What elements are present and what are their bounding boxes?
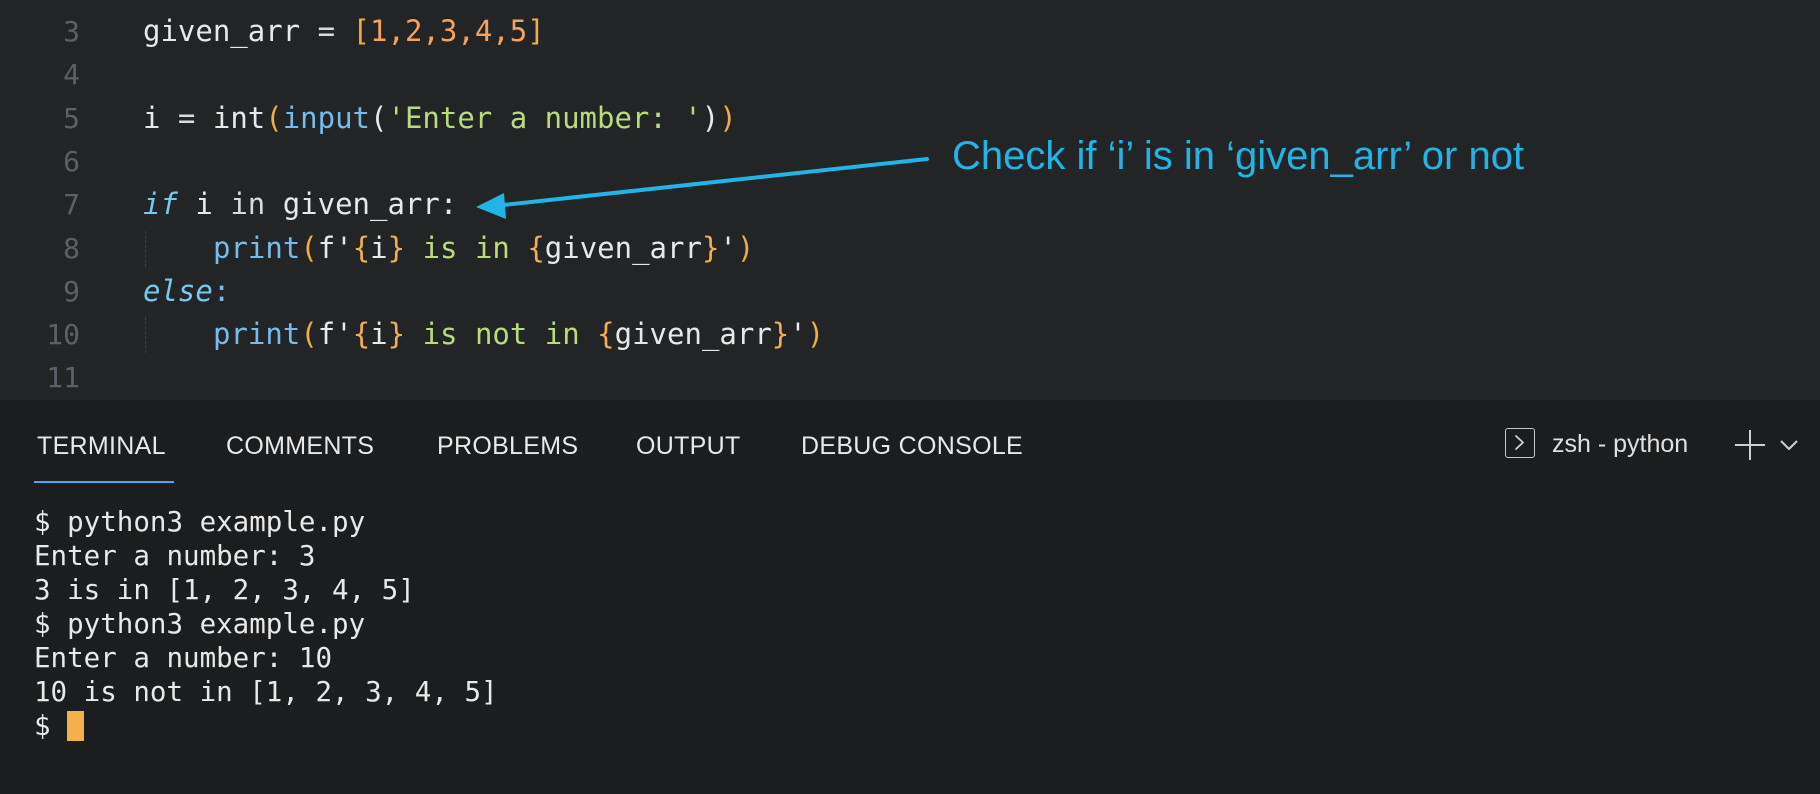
code-editor[interactable]: 3 given_arr = [1,2,3,4,5] 4 5 i = int(in… xyxy=(0,0,1820,400)
terminal-line: Enter a number: 10 xyxy=(34,642,333,674)
terminal-line: $ python3 example.py xyxy=(34,608,366,640)
annotation-arrow-icon xyxy=(476,157,929,219)
terminal-line: Enter a number: 3 xyxy=(34,540,316,572)
terminal-line: 3 is in [1, 2, 3, 4, 5] xyxy=(34,574,415,606)
plus-icon[interactable] xyxy=(1733,428,1767,462)
terminal-cursor xyxy=(66,711,84,741)
chevron-down-icon[interactable] xyxy=(1778,438,1800,452)
tab-terminal[interactable]: TERMINAL xyxy=(37,432,166,461)
terminal-line: 10 is not in [1, 2, 3, 4, 5] xyxy=(34,676,498,708)
tab-debug-console[interactable]: DEBUG CONSOLE xyxy=(801,432,1023,461)
terminal-shell-icon[interactable] xyxy=(1505,428,1535,458)
tab-comments[interactable]: COMMENTS xyxy=(226,432,374,461)
tab-problems[interactable]: PROBLEMS xyxy=(437,432,578,461)
annotation-callout: Check if ‘i’ is in ‘given_arr’ or not xyxy=(952,134,1525,178)
active-tab-indicator xyxy=(34,481,174,483)
bottom-panel: TERMINAL COMMENTS PROBLEMS OUTPUT DEBUG … xyxy=(0,400,1820,794)
tab-output[interactable]: OUTPUT xyxy=(636,432,741,461)
prompt-symbol: $ xyxy=(34,710,51,742)
terminal-shell-label[interactable]: zsh - python xyxy=(1552,430,1688,459)
terminal-line: $ python3 example.py xyxy=(34,506,366,538)
terminal-prompt[interactable]: $ xyxy=(34,709,84,743)
